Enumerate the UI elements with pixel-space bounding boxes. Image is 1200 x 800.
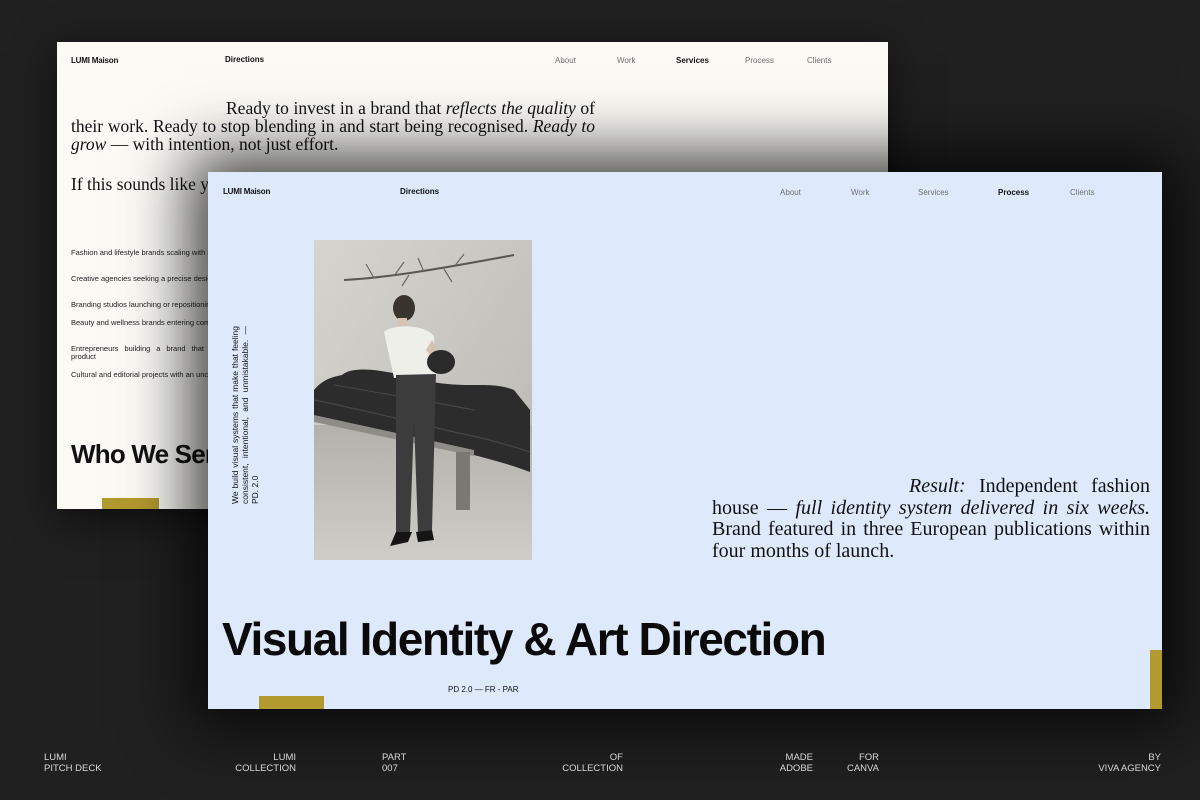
footer-line: FOR xyxy=(858,752,879,763)
footer-line: VIVA AGENCY xyxy=(1098,762,1161,774)
nav-services[interactable]: Services xyxy=(676,56,709,65)
footer-line: CANVA xyxy=(846,762,879,774)
deck-code: PD 2.0 — FR - PAR xyxy=(448,685,519,694)
front-slide: LUMI Maison Directions About Work Servic… xyxy=(208,172,1162,709)
footer-line: LUMI xyxy=(273,752,296,763)
nav-services[interactable]: Services xyxy=(918,188,949,197)
intro-paragraph: Ready to invest in a brand that reflects… xyxy=(71,98,596,154)
footer-part: PART 007 xyxy=(382,752,407,774)
footer-line: PART xyxy=(382,752,407,763)
gold-accent-bar xyxy=(102,498,159,509)
page-title: Visual Identity & Art Direction xyxy=(222,613,827,665)
nav-process[interactable]: Process xyxy=(998,188,1029,197)
brand-logo[interactable]: LUMI Maison xyxy=(71,56,118,65)
brand-logo[interactable]: LUMI Maison xyxy=(223,187,270,196)
footer-pitch-deck: LUMI PITCH DECK xyxy=(44,752,102,774)
footer-line: PITCH DECK xyxy=(44,762,102,774)
nav-process[interactable]: Process xyxy=(745,56,774,65)
nav-directions[interactable]: Directions xyxy=(400,187,439,196)
photo-illustration xyxy=(314,240,532,560)
nav-directions[interactable]: Directions xyxy=(225,55,264,64)
nav-work[interactable]: Work xyxy=(851,188,870,197)
vertical-tagline: We build visual systems that make that f… xyxy=(230,326,260,504)
footer-line: BY xyxy=(1148,752,1161,763)
gold-accent-bar xyxy=(1150,650,1162,709)
gold-accent-bar xyxy=(259,696,324,709)
footer-line: COLLECTION xyxy=(235,762,296,774)
footer-by-agency: BY VIVA AGENCY xyxy=(1070,752,1161,774)
footer-lumi-collection: LUMI COLLECTION xyxy=(220,752,296,774)
footer-made-adobe: MADE ADOBE xyxy=(760,752,813,774)
fashion-photo xyxy=(314,240,532,560)
footer-line: ADOBE xyxy=(779,762,813,774)
footer-line: COLLECTION xyxy=(562,762,623,774)
footer-line: MADE xyxy=(785,752,813,763)
nav-clients[interactable]: Clients xyxy=(807,56,831,65)
footer-line: 007 xyxy=(382,762,398,774)
nav-about[interactable]: About xyxy=(555,56,576,65)
footer-of-collection: OF COLLECTION xyxy=(550,752,623,774)
nav-about[interactable]: About xyxy=(780,188,801,197)
footer-line: LUMI xyxy=(44,752,67,763)
nav-work[interactable]: Work xyxy=(617,56,636,65)
footer-line: OF xyxy=(609,752,623,763)
footer-for-canva: FOR CANVA xyxy=(830,752,879,774)
result-paragraph: Result: Independent fashion house — full… xyxy=(712,475,1150,562)
nav-clients[interactable]: Clients xyxy=(1070,188,1094,197)
